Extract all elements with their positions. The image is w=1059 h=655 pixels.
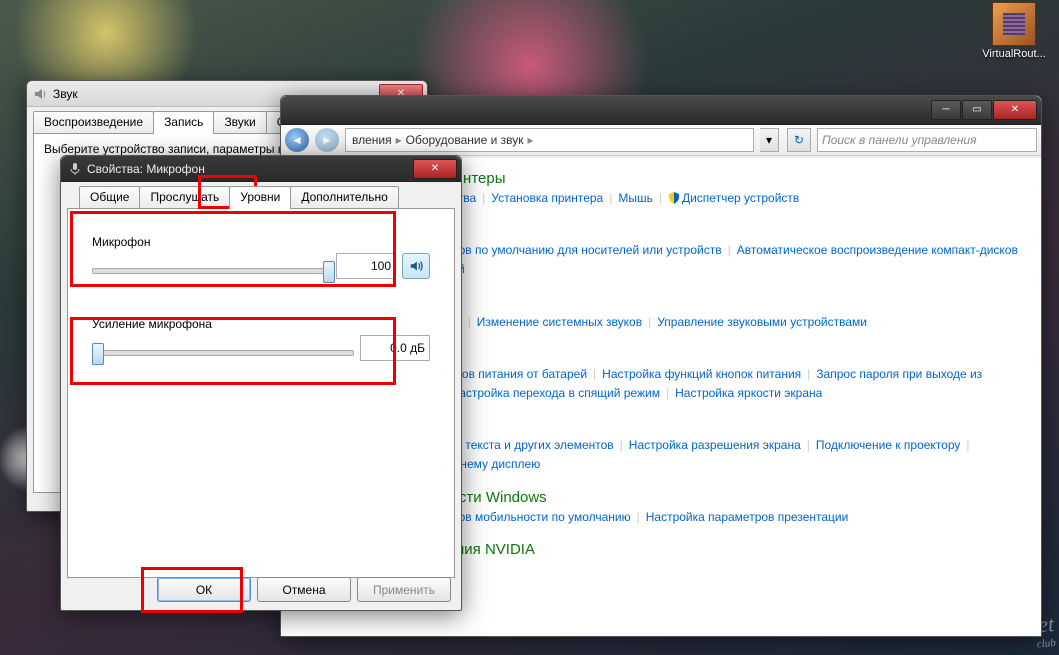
refresh-button[interactable]: ↻	[787, 128, 811, 152]
desktop-shortcut-label: VirtualRout...	[979, 48, 1049, 60]
cp-link[interactable]: Настройка функций кнопок питания	[602, 367, 801, 381]
mic-titlebar[interactable]: Свойства: Микрофон ✕	[61, 156, 461, 182]
boost-slider-thumb[interactable]	[92, 343, 104, 365]
cp-link[interactable]: Подключение к проектору	[816, 438, 961, 452]
cp-link[interactable]: Установка принтера	[491, 191, 603, 205]
mic-slider-thumb[interactable]	[323, 261, 335, 283]
cp-link[interactable]: Настройка разрешения экрана	[629, 438, 801, 452]
cp-minimize-button[interactable]: ─	[931, 100, 961, 120]
speaker-icon	[33, 86, 49, 102]
sound-tab-1[interactable]: Запись	[153, 111, 214, 134]
sound-tab-0[interactable]: Воспроизведение	[33, 111, 154, 133]
mic-tabpanel: Микрофон Усиление микрофона	[67, 208, 455, 578]
mic-close-button[interactable]: ✕	[413, 159, 457, 179]
cp-link[interactable]: Мышь	[618, 191, 653, 205]
highlight-ok	[141, 567, 243, 613]
cp-link[interactable]: Настройка яркости экрана	[675, 386, 822, 400]
cp-link[interactable]: Настройка параметров презентации	[646, 510, 849, 524]
cp-maximize-button[interactable]: ▭	[962, 100, 992, 120]
breadcrumb-seg-1[interactable]: Оборудование и звук	[406, 133, 524, 147]
search-input[interactable]: Поиск в панели управления	[817, 128, 1037, 152]
sound-tab-2[interactable]: Звуки	[213, 111, 266, 133]
nav-forward-button[interactable]: ►	[315, 128, 339, 152]
winrar-icon	[992, 2, 1036, 46]
mic-tab-2[interactable]: Уровни	[229, 186, 291, 209]
chevron-right-icon: ▸	[392, 133, 406, 147]
mic-tab-3[interactable]: Дополнительно	[290, 186, 398, 208]
apply-button[interactable]: Применить	[357, 577, 451, 602]
mic-tabstrip: ОбщиеПрослушатьУровниДополнительно	[61, 182, 461, 208]
breadcrumb-seg-0[interactable]: вления	[352, 133, 392, 147]
highlight-mic-level	[70, 211, 396, 287]
chevron-right-icon: ▸	[524, 133, 538, 147]
mic-properties-window: Свойства: Микрофон ✕ ОбщиеПрослушатьУров…	[60, 155, 462, 611]
cp-link[interactable]: Настройка перехода в спящий режим	[451, 386, 660, 400]
search-placeholder: Поиск в панели управления	[822, 133, 977, 147]
cancel-button[interactable]: Отмена	[257, 577, 351, 602]
cp-toolbar: ◄ ► вления ▸ Оборудование и звук ▸ ▾ ↻ П…	[281, 125, 1041, 156]
cp-close-button[interactable]: ✕	[993, 100, 1037, 120]
mic-tab-0[interactable]: Общие	[79, 186, 140, 208]
cp-link[interactable]: Изменение системных звуков	[477, 315, 642, 329]
breadcrumb[interactable]: вления ▸ Оборудование и звук ▸	[345, 128, 754, 152]
microphone-icon	[67, 161, 83, 177]
nav-back-button[interactable]: ◄	[285, 128, 309, 152]
cp-titlebar[interactable]: ─ ▭ ✕	[281, 96, 1041, 125]
cp-link[interactable]: Управление звуковыми устройствами	[657, 315, 867, 329]
desktop-shortcut[interactable]: VirtualRout...	[979, 2, 1049, 60]
breadcrumb-dropdown[interactable]: ▾	[760, 128, 779, 152]
mic-mute-button[interactable]	[402, 253, 430, 279]
mic-boost-slider[interactable]	[92, 350, 354, 356]
cp-link[interactable]: Диспетчер устройств	[668, 191, 799, 205]
mic-level-slider[interactable]	[92, 268, 330, 274]
mic-title: Свойства: Микрофон	[83, 162, 413, 176]
dialog-buttons: ОК Отмена Применить	[157, 577, 451, 602]
